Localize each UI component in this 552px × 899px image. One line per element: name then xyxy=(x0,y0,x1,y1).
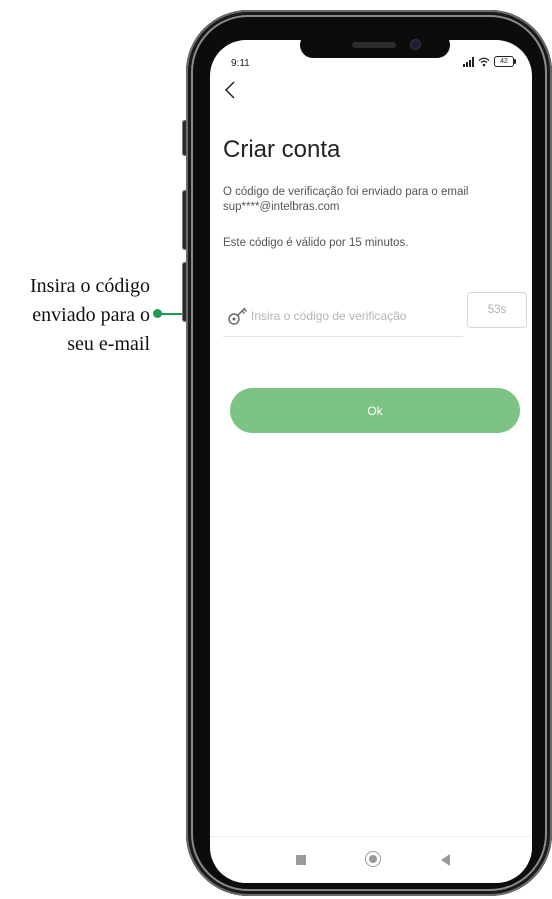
signal-icon xyxy=(463,56,474,67)
annotation-callout: Insira o código enviado para o seu e-mai… xyxy=(0,272,150,359)
home-icon[interactable] xyxy=(365,851,381,867)
page-title: Criar conta xyxy=(223,136,341,163)
phone-screen: 9:11 42 Criar conta O código de verifica… xyxy=(210,40,532,883)
status-icons: 42 xyxy=(463,56,516,67)
wifi-icon xyxy=(478,57,490,66)
annotation-line-3: seu e-mail xyxy=(67,333,150,355)
phone-speaker xyxy=(352,42,396,48)
resend-code-timer-button[interactable]: 53s xyxy=(467,292,527,328)
chevron-left-icon xyxy=(224,81,235,99)
ok-button[interactable]: Ok xyxy=(230,388,520,433)
verification-sent-text: O código de verificação foi enviado para… xyxy=(223,186,469,213)
annotation-line-2: enviado para o xyxy=(32,304,150,326)
verification-code-field xyxy=(223,296,463,337)
status-time: 9:11 xyxy=(231,58,250,69)
front-camera xyxy=(411,40,420,49)
recent-apps-icon[interactable] xyxy=(296,855,306,865)
annotation-line-1: Insira o código xyxy=(30,275,150,297)
code-validity-text: Este código é válido por 15 minutos. xyxy=(223,237,409,249)
key-icon xyxy=(228,307,247,325)
back-icon[interactable] xyxy=(441,854,450,866)
verification-code-input[interactable] xyxy=(251,304,459,328)
system-nav-bar xyxy=(210,836,532,883)
battery-icon: 42 xyxy=(494,56,516,67)
back-button[interactable] xyxy=(224,80,246,104)
